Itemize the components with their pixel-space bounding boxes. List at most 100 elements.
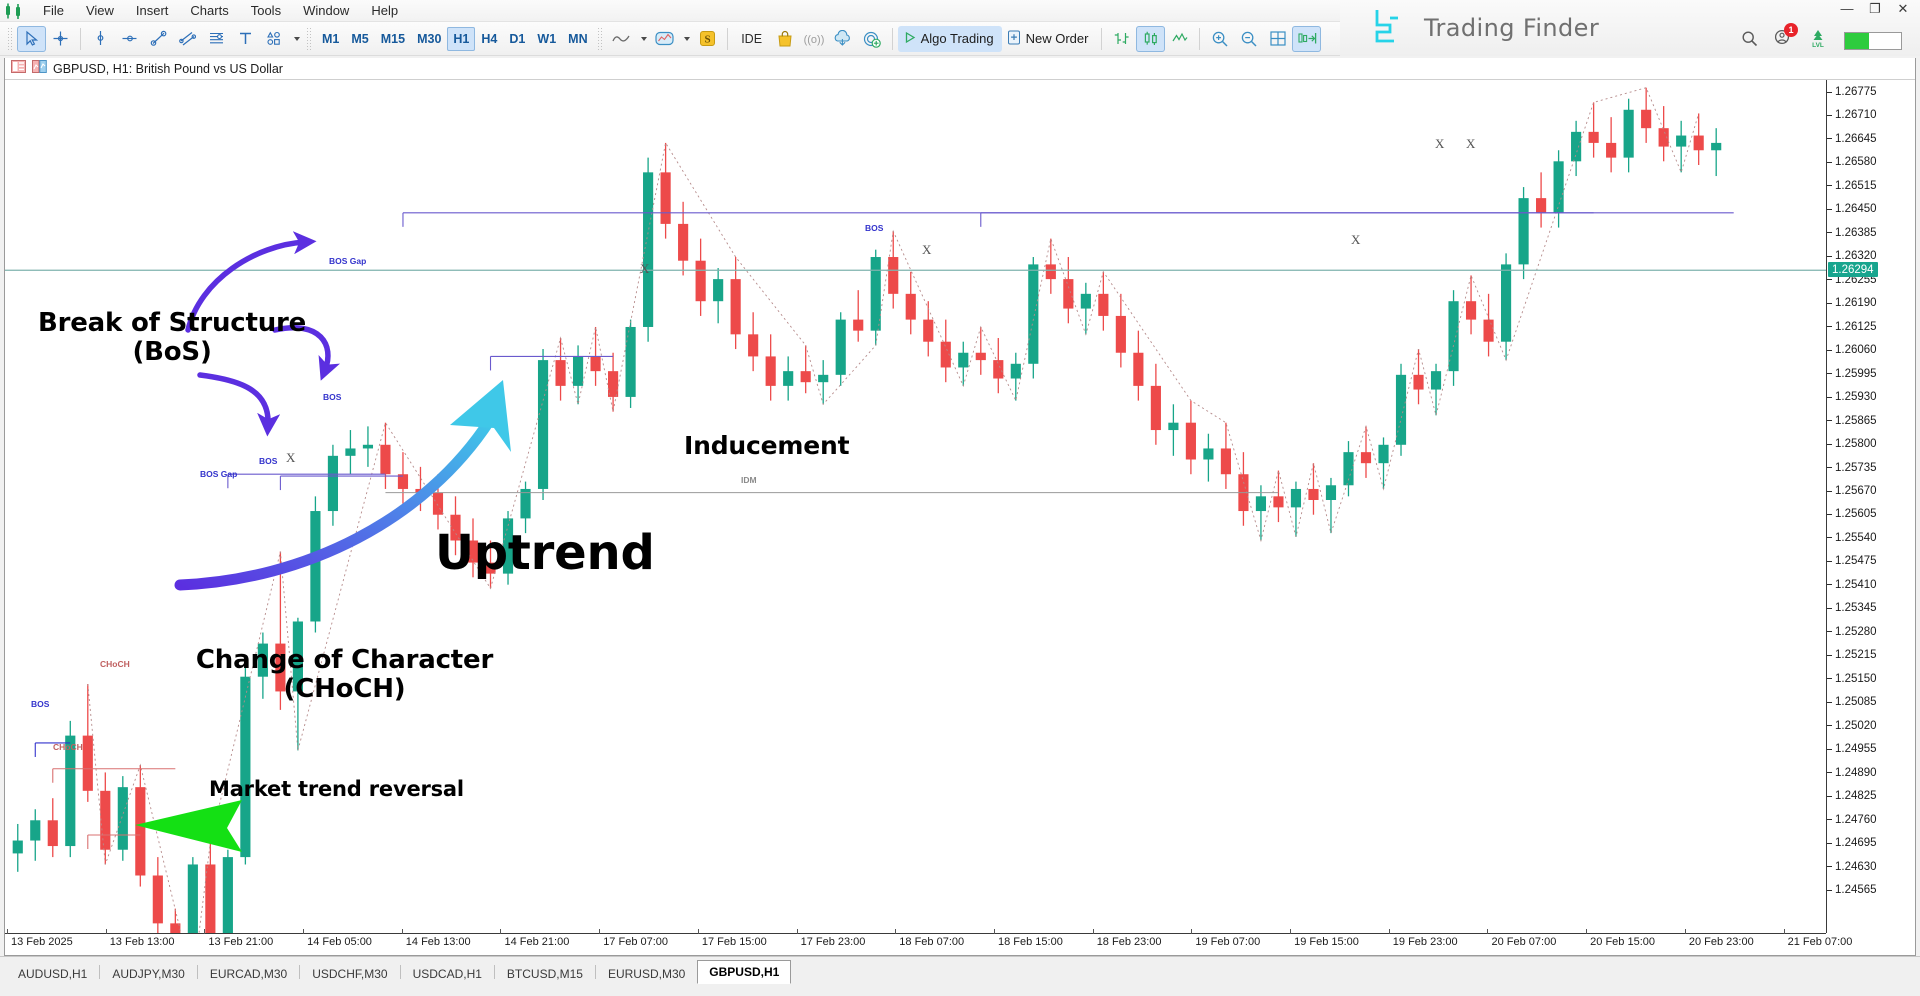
toolbar-divider-4: [1101, 27, 1103, 50]
ide-button[interactable]: IDE: [733, 26, 771, 52]
horizontal-line-icon[interactable]: [115, 26, 144, 52]
grid-icon[interactable]: [1263, 26, 1292, 52]
notifications-icon[interactable]: 1: [1774, 23, 1798, 52]
search-icon[interactable]: [1741, 30, 1758, 52]
candlestick-chart-icon[interactable]: [1136, 25, 1166, 52]
level-icon[interactable]: LVL: [1808, 28, 1828, 53]
timeframe-h1[interactable]: H1: [447, 26, 476, 51]
toolbar-grip[interactable]: [7, 26, 14, 51]
price-tick: 1.26125: [1827, 321, 1915, 333]
time-axis[interactable]: 13 Feb 2025 13 Feb 13:00 13 Feb 21:00 14 Fe…: [5, 929, 1852, 955]
time-tick: 18 Feb 15:00: [997, 936, 1063, 948]
structure-label-bos-gap-left: BOS Gap: [200, 469, 238, 479]
price-tick: 1.25865: [1827, 415, 1915, 427]
line-chart-icon[interactable]: [607, 26, 636, 52]
auto-scroll-icon[interactable]: [1292, 25, 1322, 52]
copy-signal-icon[interactable]: [858, 26, 887, 52]
timeframe-m5[interactable]: M5: [345, 27, 374, 51]
timeframe-w1[interactable]: W1: [531, 27, 562, 51]
line-chart-type-icon[interactable]: [1165, 26, 1194, 52]
time-tick-mark: [7, 929, 8, 934]
price-tick: 1.25215: [1827, 649, 1915, 661]
price-tick: 1.26645: [1827, 133, 1915, 145]
price-tick: 1.25345: [1827, 602, 1915, 614]
zoom-out-icon[interactable]: [1234, 26, 1263, 52]
timeframe-mn[interactable]: MN: [562, 27, 593, 51]
strategy-tester-icon[interactable]: S: [693, 26, 722, 52]
menu-item-insert[interactable]: Insert: [125, 1, 180, 21]
chart-title-bar: GBPUSD, H1: British Pound vs US Dollar: [5, 58, 1915, 80]
bar-chart-icon[interactable]: [1107, 26, 1136, 52]
chart-tab-audusd-h1[interactable]: AUDUSD,H1: [6, 963, 99, 984]
timeframe-d1[interactable]: D1: [503, 27, 531, 51]
price-tick: 1.24890: [1827, 767, 1915, 779]
indicators-icon[interactable]: [32, 59, 47, 78]
chart-tab-btcusd-m15[interactable]: BTCUSD,M15: [495, 963, 595, 984]
chart-plot-area[interactable]: BOS Gap BOS BOS BOS Gap BOS IDM CHoCH CH…: [5, 80, 1915, 955]
timeframe-m15[interactable]: M15: [375, 27, 411, 51]
structure-line-bos-gap: [402, 212, 1734, 227]
time-tick-mark: [1290, 929, 1292, 934]
chart-tab-usdchf-m30[interactable]: USDCHF,M30: [300, 963, 399, 984]
toolbar-divider-3: [891, 27, 893, 50]
chart-tab-eurcad-m30[interactable]: EURCAD,M30: [198, 963, 299, 984]
vertical-line-icon[interactable]: [86, 26, 115, 52]
price-tick: 1.24955: [1827, 743, 1915, 755]
vps-cloud-icon[interactable]: [829, 26, 858, 52]
maximize-button[interactable]: ❐: [1868, 2, 1882, 15]
time-tick-mark: [1586, 929, 1588, 934]
timeframe-m30[interactable]: M30: [411, 27, 447, 51]
shapes-dropdown-caret-icon[interactable]: [289, 26, 303, 52]
menu-item-charts[interactable]: Charts: [179, 1, 239, 21]
time-tick-mark: [993, 929, 995, 934]
market-bag-icon[interactable]: [771, 26, 800, 52]
algo-trading-button[interactable]: Algo Trading: [897, 25, 1002, 52]
chart-tab-eurusd-m30[interactable]: EURUSD,M30: [596, 963, 697, 984]
chart-tab-gbpusd-h1[interactable]: GBPUSD,H1: [697, 960, 792, 984]
timeframe-group-grip[interactable]: [306, 26, 313, 51]
annotation-break-of-structure: Break of Structure (BoS): [38, 308, 306, 367]
chart-tab-audjpy-m30[interactable]: AUDJPY,M30: [100, 963, 196, 984]
menu-item-window[interactable]: Window: [292, 1, 360, 21]
menu-item-file[interactable]: File: [32, 1, 75, 21]
fibonacci-retracement-icon[interactable]: [202, 26, 231, 52]
signals-icon[interactable]: ((o)): [800, 26, 829, 52]
trend-line-icon[interactable]: [144, 26, 173, 52]
candlestick-series: [5, 87, 1826, 934]
indicator-group-grip[interactable]: [596, 26, 604, 51]
menu-item-view[interactable]: View: [75, 1, 125, 21]
swing-marker-x-1: X: [286, 450, 296, 465]
menu-item-tools[interactable]: Tools: [240, 1, 292, 21]
close-button[interactable]: ✕: [1896, 2, 1910, 15]
equidistant-channel-icon[interactable]: [173, 26, 202, 52]
time-tick: 14 Feb 05:00: [307, 936, 372, 948]
shapes-icon[interactable]: [260, 26, 289, 52]
line-chart-dropdown-caret-icon[interactable]: [636, 26, 650, 52]
annotation-market-trend-reversal: Market trend reversal: [209, 777, 464, 801]
structure-label-choch-lower: CHoCH: [53, 742, 83, 752]
timeframe-m1[interactable]: M1: [316, 27, 345, 51]
text-label-icon[interactable]: [231, 26, 260, 52]
new-order-button[interactable]: New Order: [1002, 26, 1097, 52]
price-axis[interactable]: 1.26775 1.26710 1.26645 1.26580 1.26515 1.264…: [1826, 80, 1915, 933]
data-window-icon[interactable]: [11, 59, 26, 78]
time-tick: 17 Feb 15:00: [701, 936, 767, 948]
mt5-application-window: File View Insert Charts Tools Window Hel…: [0, 0, 1920, 996]
templates-icon[interactable]: [650, 26, 679, 52]
price-tick: 1.26775: [1827, 86, 1915, 98]
zoom-in-icon[interactable]: [1205, 26, 1234, 52]
new-order-icon: [1007, 30, 1021, 48]
time-tick-mark: [303, 929, 305, 934]
minimize-button[interactable]: —: [1840, 2, 1854, 15]
time-tick: 19 Feb 07:00: [1195, 936, 1261, 948]
toolbar-divider: [80, 27, 81, 50]
time-tick-mark: [1783, 929, 1785, 934]
crosshair-icon[interactable]: [46, 26, 75, 52]
chart-tab-usdcad-h1[interactable]: USDCAD,H1: [401, 963, 494, 984]
structure-label-bos-mid: BOS: [323, 392, 342, 402]
templates-dropdown-caret-icon[interactable]: [679, 26, 693, 52]
timeframe-h4[interactable]: H4: [475, 27, 503, 51]
cursor-arrow-icon[interactable]: [17, 25, 46, 52]
time-tick-mark: [105, 929, 107, 934]
menu-item-help[interactable]: Help: [360, 1, 409, 21]
